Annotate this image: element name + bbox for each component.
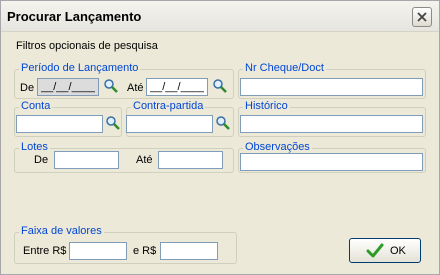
observacoes-input[interactable] [240, 153, 423, 171]
magnifier-icon [213, 79, 227, 93]
ok-button[interactable]: OK [349, 238, 421, 263]
conta-legend: Conta [19, 100, 53, 112]
faixa-entre-label: Entre R$ [23, 245, 67, 257]
lotes-ate-input[interactable] [158, 151, 223, 169]
close-icon [417, 12, 427, 22]
periodo-ate-label: Até [127, 82, 144, 94]
magnifier-icon [216, 116, 230, 130]
filters-caption: Filtros opcionais de pesquisa [16, 40, 158, 52]
close-button[interactable] [412, 7, 432, 27]
magnifier-icon [106, 116, 120, 130]
observacoes-legend: Observações [243, 141, 312, 153]
periodo-ate-lookup-button[interactable] [212, 78, 228, 94]
contrapartida-legend: Contra-partida [131, 100, 206, 112]
cheque-legend: Nr Cheque/Doct [243, 62, 326, 74]
lotes-legend: Lotes [19, 141, 50, 153]
contrapartida-input[interactable] [126, 115, 213, 133]
lotes-de-input[interactable] [54, 151, 119, 169]
periodo-ate-input[interactable] [146, 78, 208, 96]
periodo-de-input[interactable] [37, 78, 99, 96]
magnifier-icon [104, 79, 118, 93]
periodo-legend: Período de Lançamento [19, 62, 141, 74]
historico-input[interactable] [240, 115, 423, 133]
faixa-legend: Faixa de valores [19, 225, 104, 237]
faixa-max-input[interactable] [160, 242, 218, 260]
cheque-input[interactable] [240, 78, 423, 96]
contrapartida-lookup-button[interactable] [215, 115, 231, 131]
ok-label: OK [390, 245, 406, 257]
periodo-de-lookup-button[interactable] [103, 78, 119, 94]
lotes-ate-label: Até [136, 154, 153, 166]
conta-lookup-button[interactable] [105, 115, 121, 131]
historico-legend: Histórico [243, 100, 290, 112]
checkmark-icon [366, 243, 384, 258]
periodo-de-label: De [20, 82, 35, 94]
faixa-e-label: e R$ [133, 245, 157, 257]
conta-input[interactable] [16, 115, 103, 133]
title-bar: Procurar Lançamento [1, 1, 439, 32]
search-dialog: Procurar Lançamento Filtros opcionais de… [0, 0, 440, 275]
lotes-de-label: De [34, 154, 49, 166]
window-title: Procurar Lançamento [7, 9, 142, 24]
faixa-min-input[interactable] [69, 242, 127, 260]
